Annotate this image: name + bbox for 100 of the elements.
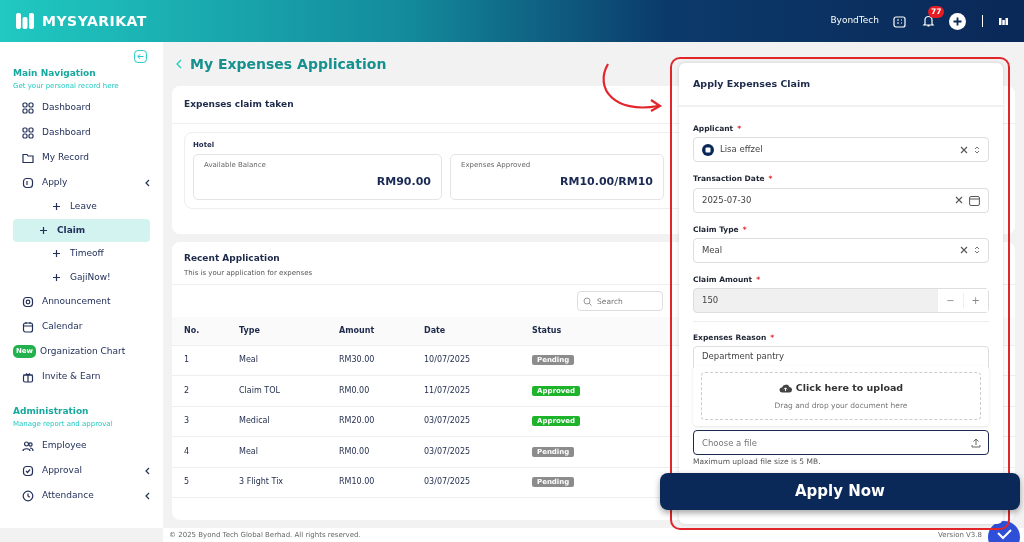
column-header: Amount <box>327 317 412 345</box>
clear-icon[interactable] <box>960 246 968 255</box>
bell-icon[interactable] <box>922 14 935 28</box>
chevron-icon[interactable] <box>144 466 150 475</box>
sidebar-label: Calendar <box>42 319 84 333</box>
table-cell: Medical <box>227 406 327 437</box>
submenu-label: Claim <box>57 223 86 237</box>
sidebar-item[interactable]: My Record <box>0 145 163 170</box>
file-field[interactable]: Choose a file <box>693 430 989 455</box>
people-icon <box>22 439 34 452</box>
plus-icon <box>53 203 60 211</box>
field-value: Department pantry <box>702 350 785 363</box>
table-cell: 03/07/2025 <box>412 406 520 437</box>
table-cell: RM0.00 <box>327 436 412 467</box>
submenu-label: Timeoff <box>70 247 104 260</box>
sidebar-label: Announcement <box>42 294 112 308</box>
calendar-icon <box>22 320 34 333</box>
field-value: Meal <box>702 243 724 257</box>
page-title: My Expenses Application <box>190 54 387 74</box>
column-header: Type <box>227 317 327 345</box>
sidebar-item[interactable]: Approval <box>0 458 163 483</box>
stat-value: RM10.00/RM10 <box>559 174 653 190</box>
table-cell: Meal <box>227 345 327 376</box>
plus-icon <box>53 273 60 281</box>
submenu-item[interactable]: GajiNow! <box>13 265 150 289</box>
upload-title: Click here to upload <box>795 381 904 396</box>
input-field[interactable]: Lisa effzel <box>693 137 989 163</box>
logo-icon <box>16 12 34 30</box>
sidebar-item[interactable]: Dashboard <box>0 120 163 145</box>
table-cell: 3 <box>172 406 227 437</box>
table-cell: RM30.00 <box>327 345 412 376</box>
plus-icon <box>40 226 47 234</box>
clear-icon[interactable] <box>960 145 968 154</box>
folder-icon <box>22 151 34 164</box>
table-cell: Claim TOL <box>227 375 327 406</box>
gift-icon <box>22 370 34 383</box>
sidebar-item[interactable]: Invite & Earn <box>0 364 163 389</box>
sidebar-label: Dashboard <box>42 125 92 139</box>
input-field[interactable]: 2025-07-30 <box>693 187 989 213</box>
sidebar-label: Approval <box>42 463 83 477</box>
plus-icon <box>53 250 60 258</box>
section-title: Main Navigation <box>13 67 97 80</box>
sidebar-item[interactable]: Attendance <box>0 483 163 508</box>
sidebar-item[interactable]: Apply <box>0 170 163 195</box>
brand-name: MYSYARIKAT <box>42 11 147 31</box>
table-cell: RM10.00 <box>327 467 412 498</box>
table-cell: 5 <box>172 467 227 498</box>
sort-icon[interactable] <box>974 144 980 155</box>
column-header: Date <box>412 317 520 345</box>
sidebar-label: Invite & Earn <box>42 369 102 383</box>
table-cell: RM0.00 <box>327 375 412 406</box>
apply-now-button[interactable]: Apply Now <box>660 473 1020 510</box>
dashboard-icon <box>22 126 34 139</box>
stat-value: RM90.00 <box>375 174 431 190</box>
submenu-item[interactable]: Timeoff <box>13 242 150 266</box>
sidebar-item[interactable]: Announcement <box>0 289 163 314</box>
table-cell: 10/07/2025 <box>412 345 520 376</box>
input-field[interactable]: Meal <box>693 237 989 263</box>
section-title: Administration <box>13 405 90 418</box>
add-icon[interactable] <box>949 12 966 30</box>
column-header: No. <box>172 317 227 345</box>
field-value: 150 <box>702 294 720 307</box>
card-title: Recent Application <box>184 252 281 265</box>
clock-icon <box>22 489 34 502</box>
submenu-label: Leave <box>70 200 97 213</box>
sidebar-item[interactable]: Dashboard <box>0 95 163 120</box>
submenu-item[interactable]: Claim <box>13 218 150 242</box>
sidebar-label: Dashboard <box>42 100 92 114</box>
search-icon <box>583 296 592 306</box>
table-cell: 2 <box>172 375 227 406</box>
submenu-label: GajiNow! <box>70 270 111 284</box>
table-cell: Meal <box>227 436 327 467</box>
submenu-item[interactable]: Leave <box>13 195 150 219</box>
sidebar-label: Employee <box>42 438 88 452</box>
field-value: Lisa effzel <box>720 143 764 157</box>
sidebar-label: Attendance <box>42 488 95 502</box>
sidebar-label: Organization Chart <box>40 344 127 358</box>
sidebar-item[interactable]: Calendar <box>0 314 163 339</box>
sidebar-label: Apply <box>42 175 69 189</box>
cloud-upload-icon <box>778 383 792 394</box>
table-cell: 03/07/2025 <box>412 436 520 467</box>
company-name: ByondTech <box>830 14 879 28</box>
sort-icon[interactable] <box>974 245 980 256</box>
sidebar-label: My Record <box>42 150 91 164</box>
chevron-icon[interactable] <box>144 491 150 500</box>
check-square-icon <box>22 464 34 477</box>
table-cell: RM20.00 <box>327 406 412 437</box>
table-cell: 3 Flight Tix <box>227 467 327 498</box>
table-cell: 4 <box>172 436 227 467</box>
table-cell: 1 <box>172 345 227 376</box>
sidebar-item[interactable]: Employee <box>0 433 163 458</box>
curved-arrow <box>602 63 663 112</box>
dashboard-icon <box>22 101 34 114</box>
upload-icon[interactable] <box>971 437 981 448</box>
table-cell: 11/07/2025 <box>412 375 520 406</box>
clear-icon[interactable] <box>955 196 963 204</box>
table-cell: 03/07/2025 <box>412 467 520 498</box>
field-value: 2025-07-30 <box>702 193 753 207</box>
calendar-icon[interactable] <box>969 194 980 206</box>
chevron-icon[interactable] <box>144 178 150 187</box>
